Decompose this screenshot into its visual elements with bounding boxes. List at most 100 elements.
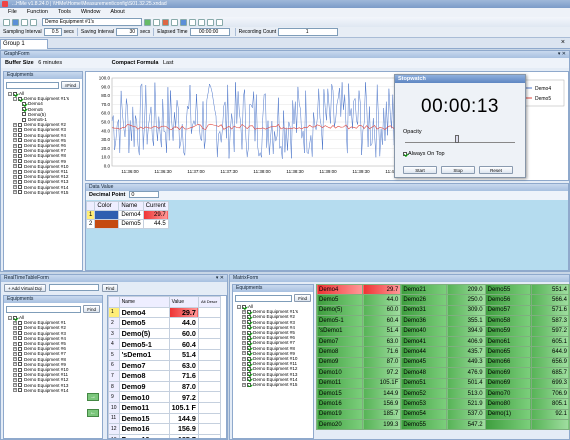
matrix-value-cell[interactable]: 250.0 xyxy=(446,294,486,306)
matrix-name-cell[interactable]: Demo54 xyxy=(400,408,448,421)
matrix-name-cell[interactable]: Demo61 xyxy=(484,335,532,348)
expand-icon[interactable]: + xyxy=(242,372,246,377)
expand-icon[interactable]: + xyxy=(13,341,17,346)
equipment-checkbox[interactable] xyxy=(18,180,22,185)
menu-window[interactable]: Window xyxy=(81,8,101,17)
matrix-name-cell[interactable]: Demo57 xyxy=(484,304,532,317)
pin-icon[interactable]: ▾ ✕ xyxy=(216,275,224,282)
matrix-name-cell[interactable]: Demo59 xyxy=(484,325,532,337)
equipment-checkbox[interactable] xyxy=(247,335,251,340)
expand-icon[interactable]: + xyxy=(242,320,246,325)
equipment-checkbox[interactable] xyxy=(247,309,251,314)
matrix-value-cell[interactable] xyxy=(530,419,570,431)
checkbox-all[interactable] xyxy=(242,304,246,309)
menu-file[interactable]: File xyxy=(8,8,17,17)
equipment-search-input[interactable] xyxy=(235,294,293,302)
matrix-name-cell[interactable]: Demo11 xyxy=(316,377,364,389)
buffer-select[interactable]: 6 minutes xyxy=(38,60,62,66)
checkbox-demo4[interactable] xyxy=(22,102,26,106)
decimal-select[interactable]: 0 xyxy=(129,191,160,198)
equipment-checkbox[interactable] xyxy=(18,159,22,164)
table-row[interactable]: 2 Demo5 44.5 xyxy=(85,219,169,229)
pin-icon[interactable]: ▾ ✕ xyxy=(558,51,566,58)
expand-icon[interactable]: + xyxy=(242,315,246,319)
matrix-name-cell[interactable]: Demo21 xyxy=(400,284,448,296)
checkbox-all[interactable] xyxy=(13,91,17,96)
matrix-name-cell[interactable]: Demo16 xyxy=(316,398,364,410)
matrix-value-cell[interactable]: 309.0 xyxy=(446,304,486,317)
matrix-name-cell[interactable]: Demo48 xyxy=(400,367,448,379)
matrix-value-cell[interactable]: 394.9 xyxy=(446,325,486,337)
graph-icon[interactable] xyxy=(180,18,187,26)
equipment-checkbox[interactable] xyxy=(18,378,22,383)
expand-icon[interactable]: + xyxy=(242,356,246,361)
expand-icon[interactable]: + xyxy=(242,367,246,372)
equipment-checkbox[interactable] xyxy=(18,164,22,169)
equipment-search-input[interactable] xyxy=(6,81,59,89)
expand-icon[interactable]: + xyxy=(13,367,17,372)
matrix-value-cell[interactable]: 44.0 xyxy=(362,294,402,306)
equipment-checkbox[interactable] xyxy=(247,346,251,351)
equipment-checkbox[interactable] xyxy=(247,315,251,319)
table-row[interactable]: 5'sDemo1 51.4 xyxy=(108,348,221,361)
equipment-checkbox[interactable] xyxy=(18,388,22,393)
expand-icon[interactable]: + xyxy=(13,122,17,127)
table-row[interactable]: 11 Demo15 144.9 xyxy=(108,412,221,425)
matrix-name-cell[interactable]: Demo5-1 xyxy=(316,315,364,327)
table-row[interactable]: 8 Demo9 87.0 xyxy=(108,380,221,393)
equipment-checkbox[interactable] xyxy=(18,383,22,388)
table-row[interactable]: 9 Demo10 97.2 xyxy=(108,391,221,403)
matrix-name-cell[interactable]: Demo15 xyxy=(316,387,364,400)
expand-icon[interactable]: + xyxy=(13,143,17,148)
collapse-icon[interactable]: - xyxy=(13,96,17,101)
pause-icon[interactable] xyxy=(153,18,160,26)
expand-icon[interactable]: + xyxy=(13,326,17,330)
table-icon[interactable] xyxy=(189,18,196,26)
equipment-checkbox[interactable] xyxy=(18,362,22,367)
device-select[interactable]: Demo Equipment #1's xyxy=(42,18,142,26)
matrix-name-cell[interactable]: Demo80 xyxy=(484,398,532,410)
matrix-name-cell[interactable]: Demo40 xyxy=(400,325,448,337)
matrix-value-cell[interactable]: 587.3 xyxy=(530,315,570,327)
matrix-name-cell[interactable]: Demo70 xyxy=(484,387,532,400)
expand-icon[interactable]: + xyxy=(242,325,246,330)
table-row[interactable]: 13Demo19185.7 xyxy=(108,433,221,438)
matrix-name-cell[interactable]: Demo7 xyxy=(316,335,364,348)
settings-icon[interactable] xyxy=(207,18,214,26)
expand-icon[interactable]: + xyxy=(13,180,17,185)
matrix-value-cell[interactable]: 685.7 xyxy=(530,367,570,379)
equipment-checkbox[interactable] xyxy=(18,326,22,330)
equipment-checkbox[interactable] xyxy=(18,122,22,127)
expand-icon[interactable]: + xyxy=(242,330,246,335)
matrix-value-cell[interactable]: 199.3 xyxy=(362,419,402,431)
equipment-checkbox[interactable] xyxy=(18,169,22,174)
expand-icon[interactable]: + xyxy=(13,336,17,341)
add-virtual-button[interactable]: + Add Virtual Dqi xyxy=(4,283,46,292)
stop-icon[interactable] xyxy=(171,18,178,26)
equipment-checkbox[interactable] xyxy=(18,346,22,351)
matrix-value-cell[interactable]: 406.9 xyxy=(446,335,486,348)
equipment-checkbox[interactable] xyxy=(18,352,22,357)
table-row[interactable]: 4 Demo5-1 60.4 xyxy=(108,338,221,350)
move-right-icon[interactable]: → xyxy=(87,393,99,401)
tab-group-1[interactable]: Group 1 xyxy=(0,39,48,49)
start-button[interactable]: Start xyxy=(403,166,437,174)
matrix-name-cell[interactable]: Demo55 xyxy=(400,419,448,431)
expand-icon[interactable]: + xyxy=(13,372,17,377)
equipment-checkbox[interactable] xyxy=(18,174,22,179)
matrix-name-cell[interactable]: Demo65 xyxy=(484,346,532,358)
equipment-search-input[interactable] xyxy=(6,305,82,313)
table-row[interactable]: 7 Demo8 71.6 xyxy=(108,370,221,382)
matrix-name-cell[interactable]: Demo56 xyxy=(484,294,532,306)
realtime-search-input[interactable] xyxy=(48,284,99,291)
matrix-name-cell[interactable]: Demo36 xyxy=(400,315,448,327)
checkbox-demo-5[interactable] xyxy=(22,112,26,117)
equipment-checkbox[interactable] xyxy=(18,331,22,336)
matrix-name-cell[interactable]: Demo5 xyxy=(316,294,364,306)
equipment-checkbox[interactable] xyxy=(18,320,22,325)
expand-icon[interactable]: + xyxy=(242,361,246,366)
menu-about[interactable]: About xyxy=(110,8,124,17)
matrix-name-cell[interactable]: Demo55 xyxy=(484,284,532,296)
expand-icon[interactable]: + xyxy=(13,331,17,336)
find-button[interactable]: ⌕Find xyxy=(60,81,80,89)
